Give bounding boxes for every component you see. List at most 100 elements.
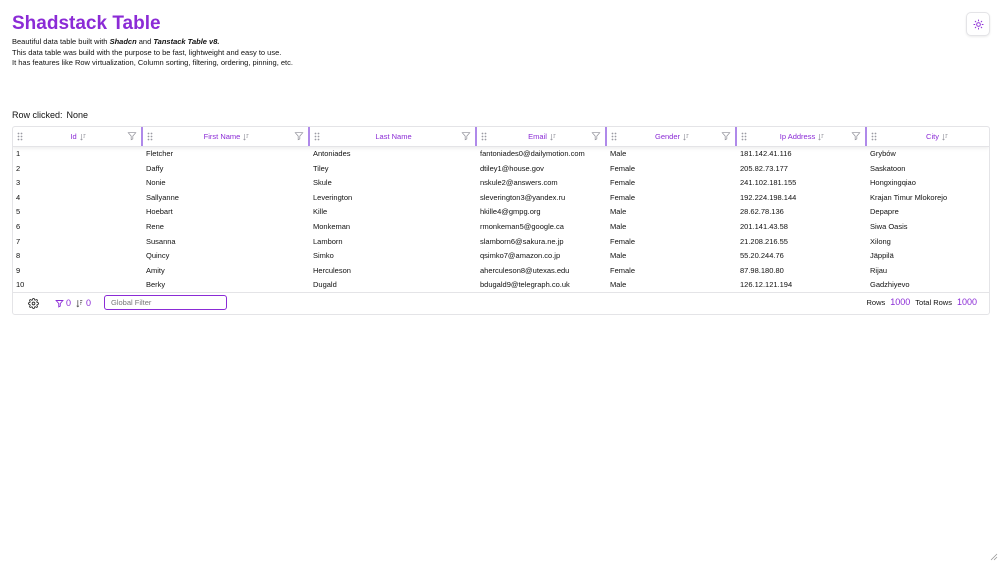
table-cell-ip-address: 55.20.244.76	[740, 251, 784, 261]
table-cell-id: 10	[16, 280, 25, 290]
table-cell-last-name: Antoniades	[313, 149, 351, 158]
filter-icon[interactable]	[851, 131, 861, 141]
table-cell-ip-address: 21.208.216.55	[740, 236, 788, 246]
description-line-3: It has features like Row virtualization,…	[12, 58, 293, 67]
column-label[interactable]: City	[926, 132, 939, 141]
column-label[interactable]: Ip Address	[780, 132, 815, 141]
table-cell-ip-address: 181.142.41.116	[740, 149, 792, 158]
table-cell-city: Gadzhiyevo	[870, 280, 910, 290]
table-cell-gender: Male	[610, 207, 627, 217]
data-table: Id First Name Last Name Email Gender Ip Addre…	[12, 126, 990, 315]
table-cell-city: Xilong	[870, 236, 891, 246]
column-header-gender[interactable]: Gender	[607, 127, 737, 146]
sun-icon	[972, 18, 984, 30]
column-header-email[interactable]: Email	[477, 127, 607, 146]
total-rows-label: Total Rows	[915, 298, 952, 307]
column-header-first-name[interactable]: First Name	[143, 127, 310, 146]
shadcn-text: Shadcn	[109, 37, 137, 46]
table-cell-first-name: Daffy	[146, 163, 164, 173]
table-row[interactable]: 4 Sallyanne Leverington sleverington3@yande…	[13, 191, 989, 206]
column-header-city[interactable]: City	[867, 127, 989, 146]
column-header-last-name[interactable]: Last Name	[310, 127, 477, 146]
table-cell-ip-address: 28.62.78.136	[740, 207, 784, 217]
table-cell-id: 3	[16, 178, 21, 188]
table-row[interactable]: 5 Hoebart Kille hkille4@gmpg.org Male 28.62.7…	[13, 205, 989, 220]
gear-icon[interactable]	[28, 298, 39, 309]
table-row[interactable]: 8 Quincy Simko qsimko7@amazon.co.jp Male 55.2…	[13, 249, 989, 264]
table-cell-first-name: Amity	[146, 265, 165, 275]
description: Beautiful data table built with Shadcn a…	[12, 37, 293, 69]
table-cell-email: qsimko7@amazon.co.jp	[480, 251, 561, 261]
table-cell-gender: Female	[610, 265, 636, 275]
table-row[interactable]: 9 Amity Herculeson aherculeson8@utexas.edu F…	[13, 264, 989, 279]
table-cell-id: 2	[16, 163, 21, 173]
row-stats: Rows 1000 Total Rows 1000	[866, 297, 977, 307]
filter-icon[interactable]	[294, 131, 304, 141]
table-cell-email: rmonkeman5@google.ca	[480, 222, 564, 231]
sort-icon[interactable]	[942, 133, 948, 141]
column-label[interactable]: Email	[528, 132, 547, 141]
sort-icon[interactable]	[818, 133, 824, 141]
table-cell-last-name: Simko	[313, 251, 334, 261]
table-cell-gender: Male	[610, 280, 627, 290]
table-cell-id: 4	[16, 192, 21, 202]
column-label[interactable]: Id	[70, 132, 76, 141]
theme-toggle-button[interactable]	[966, 12, 990, 36]
filter-icon	[55, 299, 64, 308]
table-row[interactable]: 3 Nonie Skule nskule2@answers.com Female 241.…	[13, 176, 989, 191]
table-row[interactable]: 2 Daffy Tiley dtiley1@house.gov Female 205.82…	[13, 162, 989, 177]
filter-icon[interactable]	[591, 131, 601, 141]
table-cell-email: dtiley1@house.gov	[480, 163, 544, 173]
filter-icon[interactable]	[127, 131, 137, 141]
table-cell-gender: Female	[610, 192, 636, 202]
column-label-wrap: Id	[13, 127, 143, 146]
resize-handle-icon[interactable]	[990, 553, 998, 561]
table-row[interactable]: 1 Fletcher Antoniades fantoniades0@dailymot…	[13, 147, 989, 162]
table-cell-last-name: Tiley	[313, 163, 329, 173]
table-cell-city: Krajan Timur Mlokorejo	[870, 192, 948, 202]
table-cell-city: Saskatoon	[870, 163, 906, 173]
table-cell-email: bdugald9@telegraph.co.uk	[480, 280, 570, 290]
table-cell-gender: Female	[610, 236, 636, 246]
table-cell-email: fantoniades0@dailymotion.com	[480, 149, 585, 158]
table-cell-first-name: Susanna	[146, 236, 176, 246]
column-header-ip-address[interactable]: Ip Address	[737, 127, 867, 146]
sort-icon	[76, 299, 83, 307]
column-header-id[interactable]: Id	[13, 127, 143, 146]
table-cell-gender: Female	[610, 178, 636, 188]
page-title: Shadstack Table	[12, 13, 161, 34]
column-label[interactable]: Last Name	[375, 132, 411, 141]
table-cell-id: 7	[16, 236, 21, 246]
sort-icon[interactable]	[79, 133, 86, 141]
description-line-1: Beautiful data table built with Shadcn a…	[12, 37, 220, 46]
table-row[interactable]: 6 Rene Monkeman rmonkeman5@google.ca Male 201…	[13, 220, 989, 235]
table-cell-id: 6	[16, 222, 21, 231]
table-cell-last-name: Lamborn	[313, 236, 343, 246]
filter-icon[interactable]	[461, 131, 471, 141]
table-cell-ip-address: 126.12.121.194	[740, 280, 793, 290]
sort-icon[interactable]	[683, 133, 689, 141]
table-row[interactable]: 7 Susanna Lamborn slamborn6@sakura.ne.jp Fem…	[13, 235, 989, 250]
global-filter-input[interactable]	[104, 295, 227, 310]
table-cell-city: Hongxingqiao	[870, 178, 916, 188]
table-cell-last-name: Herculeson	[313, 265, 351, 275]
column-label-wrap: City	[867, 127, 989, 146]
sort-icon[interactable]	[550, 133, 556, 141]
table-cell-email: slamborn6@sakura.ne.jp	[480, 236, 564, 246]
table-cell-city: Jäppilä	[870, 251, 894, 261]
filter-icon[interactable]	[721, 131, 731, 141]
table-cell-email: nskule2@answers.com	[480, 178, 558, 188]
table-cell-id: 8	[16, 251, 21, 261]
table-cell-last-name: Monkeman	[313, 222, 351, 231]
table-cell-gender: Male	[610, 222, 627, 231]
table-row[interactable]: 10 Berky Dugald bdugald9@telegraph.co.uk Mal…	[13, 278, 989, 293]
table-cell-ip-address: 87.98.180.80	[740, 265, 784, 275]
column-label[interactable]: Gender	[655, 132, 680, 141]
column-label[interactable]: First Name	[204, 132, 241, 141]
tanstack-text: Tanstack Table v8.	[153, 37, 220, 46]
table-cell-last-name: Kille	[313, 207, 328, 217]
table-cell-first-name: Hoebart	[146, 207, 173, 217]
table-cell-ip-address: 192.224.198.144	[740, 192, 797, 202]
table-cell-first-name: Nonie	[146, 178, 166, 188]
sort-icon[interactable]	[243, 133, 249, 141]
